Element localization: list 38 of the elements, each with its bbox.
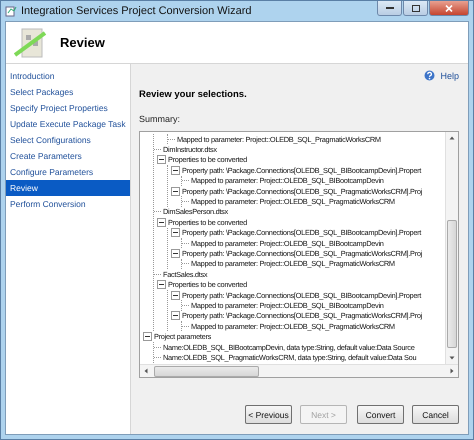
nav-item[interactable]: Update Execute Package Task xyxy=(6,116,130,132)
app-icon xyxy=(5,5,17,17)
collapse-icon[interactable] xyxy=(171,248,180,258)
nav-item[interactable]: Select Configurations xyxy=(6,132,130,148)
nav-item[interactable]: Review xyxy=(6,180,130,196)
wizard-button[interactable]: Convert xyxy=(357,405,404,424)
help-link[interactable]: Help xyxy=(440,70,459,80)
nav-item[interactable]: Create Parameters xyxy=(6,148,130,164)
nav-item[interactable]: Introduction xyxy=(6,68,130,84)
maximize-button[interactable] xyxy=(403,1,428,16)
collapse-icon[interactable] xyxy=(157,280,166,290)
collapse-icon[interactable] xyxy=(171,311,180,320)
collapse-icon[interactable] xyxy=(143,332,152,342)
wizard-icon xyxy=(14,26,48,58)
close-icon xyxy=(445,4,453,12)
page-title: Review xyxy=(60,35,105,50)
collapse-icon[interactable] xyxy=(171,186,180,196)
nav-item[interactable]: Perform Conversion xyxy=(6,196,130,212)
collapse-icon[interactable] xyxy=(171,228,180,238)
help-icon[interactable] xyxy=(424,70,436,81)
nav-item[interactable]: Specify Project Properties xyxy=(6,100,130,116)
window-title: Integration Services Project Conversion Wizard xyxy=(21,5,252,17)
horizontal-scrollbar[interactable] xyxy=(140,364,458,377)
close-button[interactable] xyxy=(429,1,469,16)
wizard-button[interactable]: Cancel xyxy=(412,405,459,424)
minimize-button[interactable] xyxy=(377,1,402,16)
maximize-icon xyxy=(412,4,420,12)
vertical-scrollbar[interactable] xyxy=(445,132,458,364)
nav-item[interactable]: Configure Parameters xyxy=(6,164,130,180)
summary-label: Summary: xyxy=(139,114,182,124)
nav-item[interactable]: Select Packages xyxy=(6,84,130,100)
minimize-icon xyxy=(386,6,394,10)
collapse-icon[interactable] xyxy=(157,155,166,164)
collapse-icon[interactable] xyxy=(171,166,180,175)
heading: Review your selections. xyxy=(139,89,248,100)
collapse-icon[interactable] xyxy=(157,218,166,227)
collapse-icon[interactable] xyxy=(171,290,180,300)
wizard-button[interactable]: < Previous xyxy=(245,405,292,424)
